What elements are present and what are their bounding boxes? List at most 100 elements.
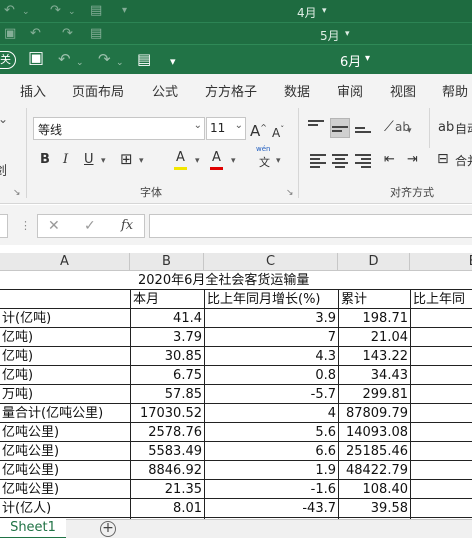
align-bottom-icon[interactable] bbox=[355, 123, 371, 137]
font-family-select[interactable]: 等线 ⌄ bbox=[33, 117, 205, 140]
monthly-value-cell[interactable]: 41.4 bbox=[131, 309, 204, 328]
column-header-a[interactable]: A bbox=[0, 253, 130, 271]
italic-button[interactable]: I bbox=[63, 151, 68, 169]
tab-page-layout[interactable]: 页面布局 bbox=[72, 81, 124, 100]
paste-dropdown-icon[interactable]: ⌄ bbox=[0, 112, 8, 126]
yoy-growth-cell[interactable]: 3.9 bbox=[205, 309, 338, 328]
yoy-growth-cell[interactable]: -1.6 bbox=[205, 480, 338, 499]
bold-button[interactable]: B bbox=[40, 151, 50, 169]
underline-button[interactable]: U bbox=[84, 151, 94, 169]
row-label-cell[interactable]: 亿吨) bbox=[0, 347, 130, 366]
monthly-value-cell[interactable]: 2578.76 bbox=[131, 423, 204, 442]
header-cell-d[interactable]: 累计 bbox=[339, 290, 410, 309]
monthly-value-cell[interactable]: 57.85 bbox=[131, 385, 204, 404]
header-cell-c[interactable]: 比上年同月增长(%) bbox=[205, 290, 338, 309]
yoy-growth-cell[interactable]: 0.8 bbox=[205, 366, 338, 385]
monthly-value-cell[interactable]: 8.01 bbox=[131, 499, 204, 518]
wrap-text-icon[interactable]: ab bbox=[438, 119, 454, 137]
cumulative-value-cell[interactable]: 34.43 bbox=[339, 366, 410, 385]
font-color-icon[interactable]: A bbox=[210, 149, 223, 170]
column-header-b[interactable]: B bbox=[130, 253, 204, 271]
merge-center-label[interactable]: 合并 bbox=[455, 152, 472, 169]
underline-dropdown-icon[interactable]: ▾ bbox=[101, 152, 106, 170]
phonetic-guide-label[interactable]: wén bbox=[256, 145, 270, 153]
header-cell-e[interactable]: 比上年同 bbox=[411, 290, 472, 309]
grow-font-button[interactable]: A^ bbox=[250, 119, 267, 140]
undo-dropdown-icon[interactable]: ⌄ bbox=[76, 54, 84, 72]
increase-indent-icon[interactable]: ⇥ bbox=[407, 151, 418, 169]
fill-color-dropdown-icon[interactable]: ▾ bbox=[195, 152, 200, 170]
yoy-growth-cell[interactable]: 5.6 bbox=[205, 423, 338, 442]
monthly-value-cell[interactable]: 8846.92 bbox=[131, 461, 204, 480]
tab-fangfang-gezi[interactable]: 方方格子 bbox=[205, 81, 257, 100]
redo-dropdown-icon[interactable]: ⌄ bbox=[116, 54, 124, 72]
cumulative-value-cell[interactable]: 143.22 bbox=[339, 347, 410, 366]
title-caret-icon[interactable]: ▾ bbox=[365, 53, 370, 64]
monthly-value-cell[interactable]: 6.75 bbox=[131, 366, 204, 385]
cumulative-value-cell[interactable]: 48422.79 bbox=[339, 461, 410, 480]
fill-color-icon[interactable]: A bbox=[174, 149, 187, 170]
row-label-cell[interactable]: 量合计(亿吨公里) bbox=[0, 404, 130, 423]
cumulative-value-cell[interactable]: 21.04 bbox=[339, 328, 410, 347]
cancel-icon[interactable]: ✕ bbox=[48, 218, 60, 234]
row-label-cell[interactable]: 万吨) bbox=[0, 385, 130, 404]
yoy-growth-cell[interactable]: 6.6 bbox=[205, 442, 338, 461]
phonetic-dropdown-icon[interactable]: ▾ bbox=[276, 152, 281, 170]
yoy-growth-cell[interactable]: -5.7 bbox=[205, 385, 338, 404]
row-label-cell[interactable]: 亿吨公里) bbox=[0, 423, 130, 442]
enter-icon[interactable]: ✓ bbox=[84, 218, 96, 234]
worksheet-grid[interactable]: 2020年6月全社会客货运输量 本月 比上年同月增长(%) 累计 比上年同 计(… bbox=[0, 271, 472, 519]
monthly-value-cell[interactable]: 3.79 bbox=[131, 328, 204, 347]
row-label-cell[interactable]: 亿吨公里) bbox=[0, 480, 130, 499]
orientation-dropdown-icon[interactable]: ▾ bbox=[407, 122, 412, 140]
name-box[interactable] bbox=[0, 214, 8, 238]
align-right-icon[interactable] bbox=[355, 154, 371, 168]
cumulative-value-cell[interactable]: 198.71 bbox=[339, 309, 410, 328]
borders-dropdown-icon[interactable]: ▾ bbox=[139, 152, 144, 170]
cumulative-value-cell[interactable]: 14093.08 bbox=[339, 423, 410, 442]
row-label-cell[interactable]: 亿吨公里) bbox=[0, 461, 130, 480]
monthly-value-cell[interactable]: 21.35 bbox=[131, 480, 204, 499]
column-header-e[interactable]: E bbox=[410, 253, 472, 271]
customize-quick-access-icon[interactable]: ▾ bbox=[170, 53, 176, 71]
font-color-dropdown-icon[interactable]: ▾ bbox=[231, 152, 236, 170]
undo-icon[interactable]: ↶ bbox=[58, 50, 71, 68]
decrease-indent-icon[interactable]: ⇤ bbox=[384, 151, 395, 169]
monthly-value-cell[interactable]: 5583.49 bbox=[131, 442, 204, 461]
align-top-icon[interactable] bbox=[308, 120, 324, 134]
cumulative-value-cell[interactable]: 299.81 bbox=[339, 385, 410, 404]
align-center-icon[interactable] bbox=[332, 154, 348, 168]
align-left-icon[interactable] bbox=[310, 154, 326, 168]
yoy-growth-cell[interactable]: 4.3 bbox=[205, 347, 338, 366]
wrap-text-label[interactable]: 自动 bbox=[455, 120, 472, 137]
yoy-growth-cell[interactable]: 4 bbox=[205, 404, 338, 423]
monthly-value-cell[interactable]: 30.85 bbox=[131, 347, 204, 366]
row-label-cell[interactable]: 亿吨) bbox=[0, 366, 130, 385]
table-title[interactable]: 2020年6月全社会客货运输量 bbox=[136, 271, 356, 290]
clipboard-launcher-icon[interactable]: ↘ bbox=[13, 188, 21, 198]
orientation-icon[interactable]: ⟋ bbox=[384, 118, 394, 136]
print-preview-icon[interactable]: ▤ bbox=[137, 50, 151, 68]
formula-input[interactable] bbox=[149, 214, 472, 238]
add-sheet-icon[interactable]: + bbox=[100, 521, 116, 537]
tab-review[interactable]: 审阅 bbox=[337, 81, 363, 100]
cumulative-value-cell[interactable]: 87809.79 bbox=[339, 404, 410, 423]
cumulative-value-cell[interactable]: 39.58 bbox=[339, 499, 410, 518]
row-label-cell[interactable]: 计(亿吨) bbox=[0, 309, 130, 328]
borders-icon[interactable]: ⊞ bbox=[120, 150, 133, 168]
header-cell-a[interactable] bbox=[0, 290, 130, 309]
row-label-cell[interactable]: 计(亿人) bbox=[0, 499, 130, 518]
yoy-growth-cell[interactable]: 1.9 bbox=[205, 461, 338, 480]
row-label-cell[interactable]: 亿吨公里) bbox=[0, 442, 130, 461]
tab-data[interactable]: 数据 bbox=[284, 81, 310, 100]
autosave-toggle[interactable]: 关 bbox=[0, 51, 16, 69]
sheet-tab-sheet1[interactable]: Sheet1 bbox=[0, 519, 66, 538]
font-launcher-icon[interactable]: ↘ bbox=[286, 188, 294, 198]
yoy-growth-cell[interactable]: 7 bbox=[205, 328, 338, 347]
yoy-growth-cell[interactable]: -43.7 bbox=[205, 499, 338, 518]
monthly-value-cell[interactable]: 17030.52 bbox=[131, 404, 204, 423]
save-icon[interactable]: ▣ bbox=[28, 49, 44, 67]
row-label-cell[interactable]: 亿吨) bbox=[0, 328, 130, 347]
tab-view[interactable]: 视图 bbox=[390, 81, 416, 100]
shrink-font-button[interactable]: Aˇ bbox=[272, 121, 284, 142]
